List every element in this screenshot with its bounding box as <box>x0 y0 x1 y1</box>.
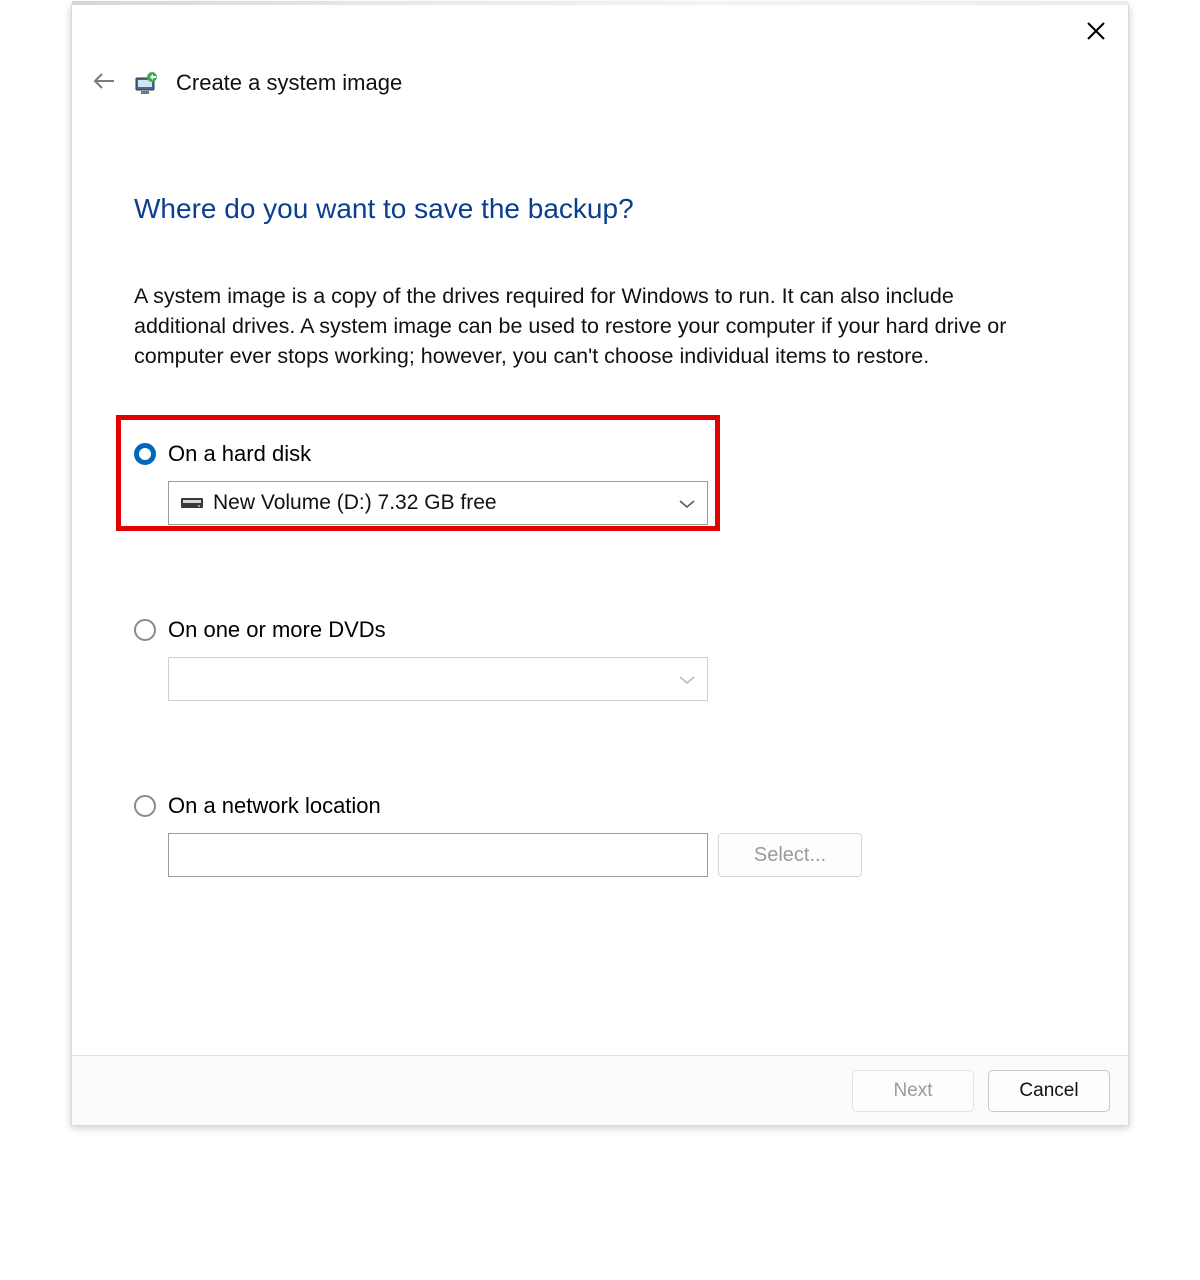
network-select-button-label: Select... <box>754 844 826 867</box>
hard-disk-drive-combo[interactable]: New Volume (D:) 7.32 GB free <box>168 481 708 525</box>
option-dvds: On one or more DVDs <box>134 617 1066 701</box>
radio-network-label: On a network location <box>168 793 381 819</box>
radio-network-row[interactable]: On a network location <box>134 793 1066 819</box>
radio-hard-disk-row[interactable]: On a hard disk <box>134 441 1066 467</box>
system-image-icon <box>132 69 160 97</box>
option-network: On a network location Select... <box>134 793 1066 877</box>
cancel-button[interactable]: Cancel <box>988 1070 1110 1112</box>
titlebar <box>72 5 1128 57</box>
chevron-down-icon <box>679 491 695 515</box>
next-button[interactable]: Next <box>852 1070 974 1112</box>
dvd-drive-combo[interactable] <box>168 657 708 701</box>
wizard-header: Create a system image <box>72 57 1128 117</box>
back-button[interactable] <box>92 71 116 96</box>
close-icon <box>1087 22 1105 45</box>
radio-dvds-label: On one or more DVDs <box>168 617 386 643</box>
hard-disk-drive-value: New Volume (D:) 7.32 GB free <box>213 491 497 515</box>
wizard-footer: Next Cancel <box>72 1055 1128 1125</box>
radio-hard-disk-label: On a hard disk <box>168 441 311 467</box>
page-heading: Where do you want to save the backup? <box>134 193 1066 225</box>
arrow-left-icon <box>92 78 116 95</box>
radio-dvds[interactable] <box>134 619 156 641</box>
radio-network[interactable] <box>134 795 156 817</box>
chevron-down-icon <box>679 667 695 691</box>
wizard-title: Create a system image <box>176 70 402 96</box>
radio-hard-disk[interactable] <box>134 443 156 465</box>
wizard-content: Where do you want to save the backup? A … <box>72 117 1128 877</box>
system-image-dialog: Create a system image Where do you want … <box>71 4 1129 1126</box>
network-path-input[interactable] <box>168 833 708 877</box>
close-button[interactable] <box>1082 19 1110 47</box>
page-description: A system image is a copy of the drives r… <box>134 281 1034 371</box>
option-hard-disk: On a hard disk New Volume (D:) 7.32 GB f… <box>134 441 1066 525</box>
radio-dvds-row[interactable]: On one or more DVDs <box>134 617 1066 643</box>
cancel-button-label: Cancel <box>1019 1080 1078 1102</box>
next-button-label: Next <box>893 1080 932 1102</box>
network-select-button[interactable]: Select... <box>718 833 862 877</box>
drive-icon <box>181 496 203 510</box>
